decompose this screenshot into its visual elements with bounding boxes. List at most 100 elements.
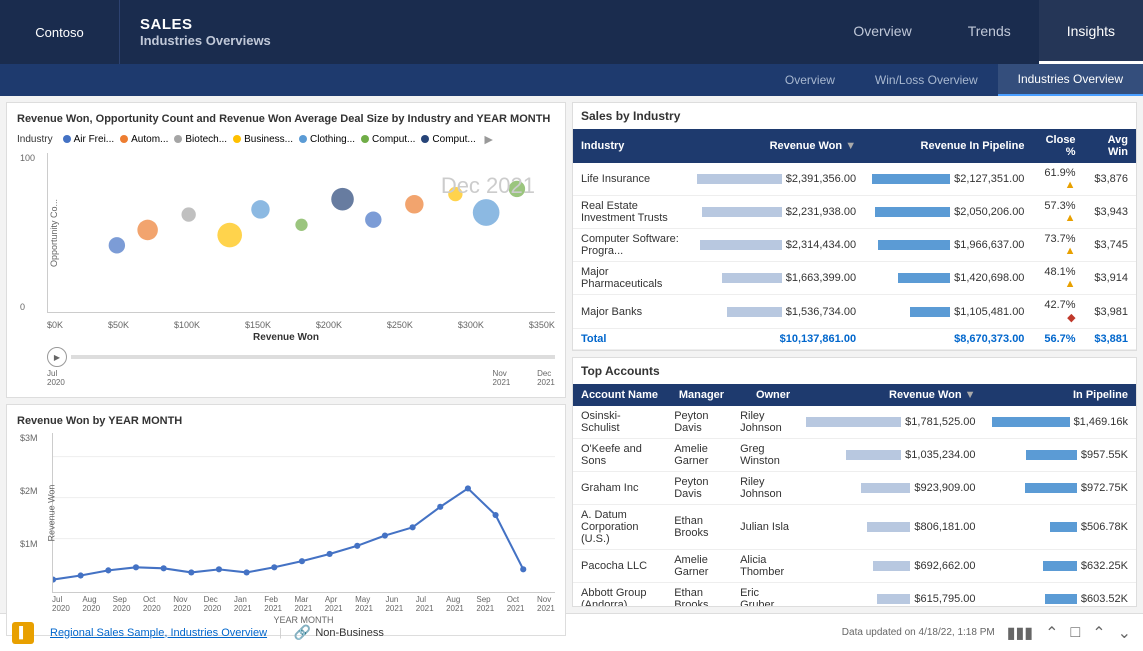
account-revenue: $1,035,234.00 — [798, 439, 983, 472]
sales-by-industry-card: Sales by Industry Industry Revenue Won ▼… — [572, 102, 1137, 351]
sub-tab-industries[interactable]: Industries Overview — [998, 64, 1143, 96]
account-manager: Peyton Davis — [666, 406, 732, 439]
xl-nov20: Nov2020 — [173, 595, 191, 613]
account-name: Graham Inc — [573, 472, 666, 505]
xl-sep21: Sep2021 — [476, 595, 494, 613]
xl-apr21: Apr2021 — [325, 595, 343, 613]
xl-may21: May2021 — [355, 595, 373, 613]
grid-icon[interactable]: □ — [1071, 624, 1081, 642]
data-updated-text: Data updated on 4/18/22, 1:18 PM — [842, 627, 995, 638]
scatter-legend: Industry Air Frei... Autom... Biotech...… — [17, 131, 555, 147]
x-label-350k: $350K — [529, 320, 555, 330]
industry-close-pct: 57.3% ▲ — [1032, 196, 1083, 229]
top-accounts-title: Top Accounts — [573, 358, 1136, 384]
scatter-x-axis: $0K $50K $100K $150K $200K $250K $300K $… — [47, 318, 555, 330]
sub-tab-winloss[interactable]: Win/Loss Overview — [855, 64, 998, 96]
accounts-table-header: Account Name Manager Owner Revenue Won ▼… — [573, 384, 1136, 406]
y-3m: $3M — [20, 433, 38, 443]
line-chart-svg — [53, 433, 555, 593]
th-manager: Manager — [666, 384, 732, 406]
x-label-300k: $300K — [458, 320, 484, 330]
account-manager: Ethan Brooks — [666, 505, 732, 550]
account-table-row: Osinski-Schulist Peyton Davis Riley John… — [573, 406, 1136, 439]
xl-feb21: Feb2021 — [264, 595, 282, 613]
legend-item-0: Air Frei... — [63, 134, 115, 145]
x-label-50k: $50K — [108, 320, 129, 330]
chevron-down-icon[interactable]: ⌄ — [1118, 623, 1131, 643]
status-tag: 🔗 Non-Business — [294, 624, 384, 641]
industry-name: Real Estate Investment Trusts — [573, 196, 689, 229]
x-label-100k: $100K — [174, 320, 200, 330]
legend-dot-0 — [63, 135, 71, 143]
industry-avg-win: $3,981 — [1084, 295, 1136, 329]
account-owner: Alicia Thomber — [732, 550, 798, 583]
account-revenue: $923,909.00 — [798, 472, 983, 505]
industry-pipeline: $2,050,206.00 — [864, 196, 1032, 229]
account-pipeline: $1,469.16k — [984, 406, 1136, 439]
top-accounts-table: Account Name Manager Owner Revenue Won ▼… — [573, 384, 1136, 606]
industry-revenue-won: $2,314,434.00 — [689, 229, 864, 262]
account-manager: Amelie Garner — [666, 439, 732, 472]
total-label: Total — [573, 329, 689, 350]
legend-item-1: Autom... — [120, 134, 168, 145]
account-owner: Riley Johnson — [732, 472, 798, 505]
nav-subtitle: Industries Overviews — [140, 33, 300, 48]
xl-dec20: Dec2020 — [204, 595, 222, 613]
legend-dot-1 — [120, 135, 128, 143]
status-separator: | — [279, 627, 282, 639]
account-manager: Peyton Davis — [666, 472, 732, 505]
tab-trends[interactable]: Trends — [940, 0, 1039, 64]
tab-overview[interactable]: Overview — [825, 0, 939, 64]
account-name: Osinski-Schulist — [573, 406, 666, 439]
industry-close-pct: 48.1% ▲ — [1032, 262, 1083, 295]
line-chart-card: Revenue Won by YEAR MONTH $3M $2M $1M Re… — [6, 404, 566, 636]
industry-pipeline: $1,966,637.00 — [864, 229, 1032, 262]
legend-item-6: Comput... — [421, 134, 475, 145]
right-panel: Sales by Industry Industry Revenue Won ▼… — [572, 102, 1137, 607]
xl-oct21: Oct2021 — [507, 595, 525, 613]
industry-close-pct: 73.7% ▲ — [1032, 229, 1083, 262]
industry-pipeline: $1,420,698.00 — [864, 262, 1032, 295]
timeline-track[interactable] — [71, 355, 555, 359]
scatter-y-label: Opportunity Co... — [49, 198, 59, 266]
industry-avg-win: $3,745 — [1084, 229, 1136, 262]
industry-name: Major Banks — [573, 295, 689, 329]
accounts-table-wrap[interactable]: Account Name Manager Owner Revenue Won ▼… — [573, 384, 1136, 606]
nav-tabs: Overview Trends Insights — [825, 0, 1143, 64]
legend-item-3: Business... — [233, 134, 293, 145]
y-1m: $1M — [20, 539, 38, 549]
account-owner: Riley Johnson — [732, 406, 798, 439]
th-account-name: Account Name — [573, 384, 666, 406]
expand-icon[interactable]: ⌃ — [1092, 623, 1105, 643]
industry-revenue-won: $1,663,399.00 — [689, 262, 864, 295]
legend-text-2: Biotech... — [185, 134, 227, 145]
legend-dot-6 — [421, 135, 429, 143]
th-revenue-won-acc: Revenue Won ▼ — [798, 384, 983, 406]
chart-icon[interactable]: ▮▮▮ — [1007, 623, 1033, 643]
account-owner: Greg Winston — [732, 439, 798, 472]
legend-label: Industry — [17, 134, 53, 145]
account-pipeline: $957.55K — [984, 439, 1136, 472]
legend-more-icon[interactable]: ► — [482, 131, 496, 147]
legend-dot-5 — [361, 135, 369, 143]
industry-avg-win: $3,914 — [1084, 262, 1136, 295]
xl-jan21: Jan2021 — [234, 595, 252, 613]
status-link[interactable]: Regional Sales Sample, Industries Overvi… — [50, 627, 267, 639]
tick-dec21: Dec2021 — [537, 369, 555, 387]
line-chart-y-labels: $3M $2M $1M — [20, 433, 38, 592]
tab-insights[interactable]: Insights — [1039, 0, 1143, 64]
xl-nov21: Nov2021 — [537, 595, 555, 613]
y-label-100: 100 — [20, 153, 35, 163]
account-manager: Ethan Brooks — [666, 583, 732, 607]
industry-table-row: Major Pharmaceuticals $1,663,399.00 $1,4… — [573, 262, 1136, 295]
legend-item-2: Biotech... — [174, 134, 227, 145]
th-owner: Owner — [732, 384, 798, 406]
line-chart-wrapper: $3M $2M $1M Revenue Won — [17, 433, 555, 625]
sub-tab-overview[interactable]: Overview — [765, 64, 855, 96]
play-button[interactable]: ▶ — [47, 347, 67, 367]
scatter-x-title: Revenue Won — [17, 332, 555, 343]
chevron-up-icon[interactable]: ⌃ — [1045, 623, 1058, 643]
industry-revenue-won: $2,391,356.00 — [689, 163, 864, 196]
industry-pipeline: $1,105,481.00 — [864, 295, 1032, 329]
status-right: Data updated on 4/18/22, 1:18 PM ▮▮▮ ⌃ □… — [842, 623, 1131, 643]
